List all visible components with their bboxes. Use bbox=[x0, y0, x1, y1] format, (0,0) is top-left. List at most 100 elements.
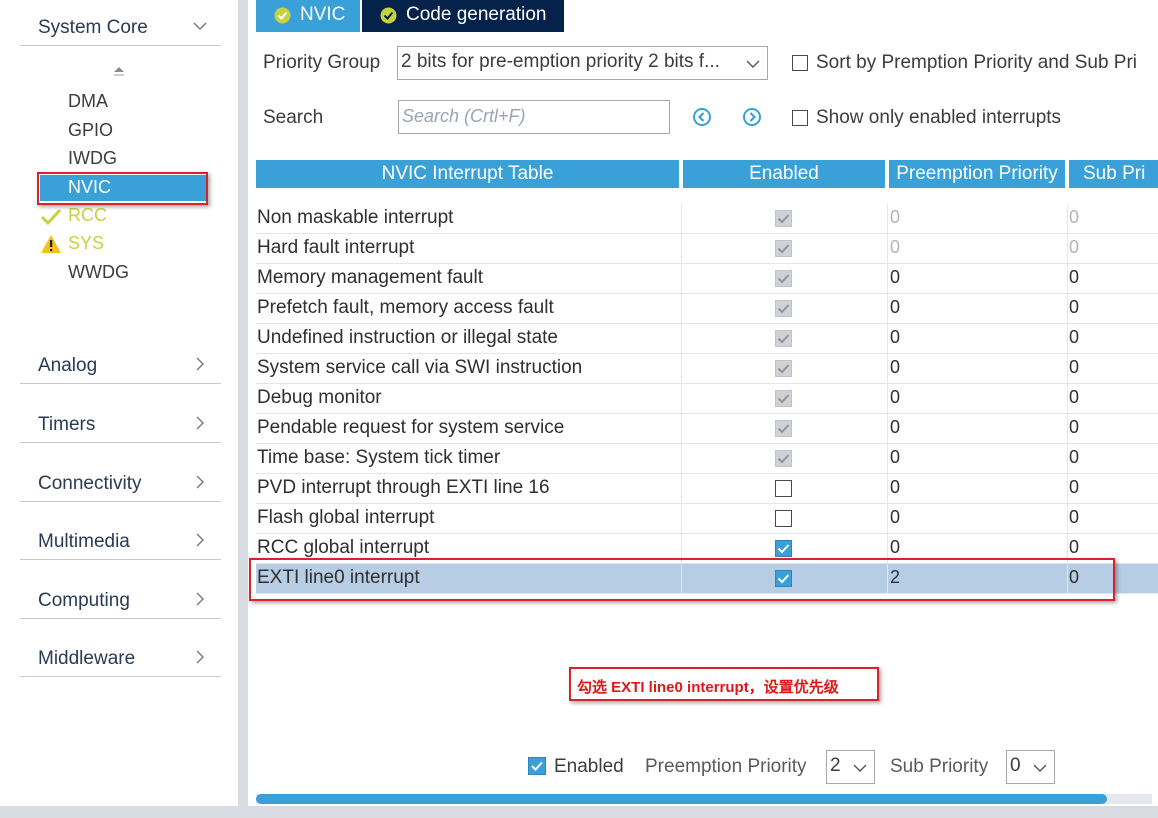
sub-priority-cell[interactable]: 0 bbox=[1069, 297, 1079, 318]
category-computing[interactable]: Computing bbox=[20, 573, 221, 619]
sub-priority-cell[interactable]: 0 bbox=[1069, 357, 1079, 378]
cell-divider bbox=[1067, 294, 1068, 324]
col-header-enabled[interactable]: Enabled bbox=[683, 160, 885, 188]
sub-priority-cell[interactable]: 0 bbox=[1069, 417, 1079, 438]
sub-priority-cell[interactable]: 0 bbox=[1069, 387, 1079, 408]
cell-divider bbox=[681, 504, 682, 534]
preemption-priority-cell[interactable]: 0 bbox=[890, 357, 900, 378]
enabled-checkbox[interactable] bbox=[528, 757, 546, 775]
interrupt-name: Hard fault interrupt bbox=[257, 237, 415, 258]
scrollbar-thumb[interactable] bbox=[256, 794, 1108, 804]
peripheral-wwdg[interactable]: WWDG bbox=[68, 262, 129, 283]
table-row[interactable]: Non maskable interrupt 0 0 bbox=[256, 204, 1158, 234]
enabled-checkbox-checked bbox=[775, 210, 792, 227]
table-row[interactable]: Prefetch fault, memory access fault 0 0 bbox=[256, 294, 1158, 324]
sub-priority-cell[interactable]: 0 bbox=[1069, 207, 1079, 228]
sub-priority-cell[interactable]: 0 bbox=[1069, 327, 1079, 348]
category-middleware[interactable]: Middleware bbox=[20, 631, 221, 677]
horizontal-scrollbar[interactable] bbox=[256, 794, 1152, 804]
category-label: Middleware bbox=[38, 648, 136, 669]
preemption-priority-cell[interactable]: 0 bbox=[890, 297, 900, 318]
cell-divider bbox=[887, 474, 888, 504]
category-multimedia[interactable]: Multimedia bbox=[20, 514, 221, 560]
sort-checkbox[interactable] bbox=[792, 55, 808, 71]
interrupt-name: Time base: System tick timer bbox=[257, 447, 501, 468]
sub-priority-cell[interactable]: 0 bbox=[1069, 477, 1079, 498]
cell-divider bbox=[681, 354, 682, 384]
enabled-checkbox-unchecked[interactable] bbox=[775, 480, 792, 497]
peripheral-sys[interactable]: SYS bbox=[68, 233, 104, 254]
preemption-priority-cell[interactable]: 0 bbox=[890, 537, 900, 558]
chevron-right-icon bbox=[196, 533, 204, 547]
enabled-checkbox-unchecked[interactable] bbox=[775, 510, 792, 527]
bottom-border bbox=[0, 806, 1158, 818]
check-circle-icon bbox=[274, 7, 291, 24]
search-previous-icon[interactable] bbox=[692, 107, 712, 127]
annotation-text: 勾选 EXTI line0 interrupt，设置优先级 bbox=[577, 679, 839, 696]
preemption-priority-label: Preemption Priority bbox=[645, 756, 807, 777]
sub-priority-cell[interactable]: 0 bbox=[1069, 447, 1079, 468]
enabled-label: Enabled bbox=[554, 756, 624, 777]
tab-nvic[interactable]: NVIC bbox=[256, 0, 360, 32]
preemption-priority-cell[interactable]: 0 bbox=[890, 207, 900, 228]
table-row[interactable]: Undefined instruction or illegal state 0 0 bbox=[256, 324, 1158, 354]
cell-divider bbox=[681, 294, 682, 324]
category-analog[interactable]: Analog bbox=[20, 338, 221, 384]
peripheral-dma[interactable]: DMA bbox=[68, 91, 108, 112]
preemption-priority-cell[interactable]: 0 bbox=[890, 267, 900, 288]
peripheral-iwdg[interactable]: IWDG bbox=[68, 148, 117, 169]
category-timers[interactable]: Timers bbox=[20, 397, 221, 443]
sort-label: Sort by Premption Priority and Sub Pri bbox=[816, 52, 1138, 73]
interrupt-name: Undefined instruction or illegal state bbox=[257, 327, 559, 348]
table-row[interactable]: PVD interrupt through EXTI line 16 0 0 bbox=[256, 474, 1158, 504]
preemption-priority-select[interactable]: 2 bbox=[826, 750, 875, 784]
chevron-down-icon bbox=[853, 764, 867, 772]
priority-group-value: 2 bits for pre-emption priority 2 bits f… bbox=[401, 51, 720, 72]
enabled-checkbox-checked[interactable] bbox=[775, 540, 792, 557]
cell-divider bbox=[681, 414, 682, 444]
table-row[interactable]: Flash global interrupt 0 0 bbox=[256, 504, 1158, 534]
col-header-name[interactable]: NVIC Interrupt Table bbox=[256, 160, 679, 188]
table-row[interactable]: System service call via SWI instruction 0… bbox=[256, 354, 1158, 384]
tab-code-generation[interactable]: Code generation bbox=[362, 0, 564, 32]
check-circle-icon bbox=[380, 7, 397, 24]
table-row[interactable]: Hard fault interrupt 0 0 bbox=[256, 234, 1158, 264]
cell-divider bbox=[887, 414, 888, 444]
table-row[interactable]: Debug monitor 0 0 bbox=[256, 384, 1158, 414]
category-connectivity[interactable]: Connectivity bbox=[20, 456, 221, 502]
preemption-priority-cell[interactable]: 0 bbox=[890, 237, 900, 258]
sidebar: System Core DMA GPIO IWDG NVIC RCC SYS W… bbox=[0, 0, 238, 806]
search-input[interactable]: Search (Crtl+F) bbox=[398, 100, 670, 134]
sub-priority-cell[interactable]: 0 bbox=[1069, 507, 1079, 528]
peripheral-rcc[interactable]: RCC bbox=[68, 205, 107, 226]
preemption-priority-cell[interactable]: 0 bbox=[890, 387, 900, 408]
chevron-right-icon bbox=[196, 357, 204, 371]
table-row[interactable]: Pendable request for system service 0 0 bbox=[256, 414, 1158, 444]
table-row[interactable]: Time base: System tick timer 0 0 bbox=[256, 444, 1158, 474]
preemption-priority-cell[interactable]: 0 bbox=[890, 327, 900, 348]
preemption-priority-cell[interactable]: 0 bbox=[890, 447, 900, 468]
search-next-icon[interactable] bbox=[742, 107, 762, 127]
show-enabled-checkbox[interactable] bbox=[792, 110, 808, 126]
enabled-checkbox-checked bbox=[775, 270, 792, 287]
col-header-sub[interactable]: Sub Pri bbox=[1069, 160, 1158, 188]
category-system-core[interactable]: System Core bbox=[20, 0, 221, 46]
sub-priority-cell[interactable]: 0 bbox=[1069, 267, 1079, 288]
preemption-priority-cell[interactable]: 0 bbox=[890, 477, 900, 498]
sub-priority-cell[interactable]: 0 bbox=[1069, 237, 1079, 258]
table-row[interactable]: Memory management fault 0 0 bbox=[256, 264, 1158, 294]
exti-row-highlight-box bbox=[249, 558, 1115, 601]
panel-splitter[interactable] bbox=[238, 0, 248, 806]
interrupt-name: RCC global interrupt bbox=[257, 537, 430, 558]
enabled-checkbox-checked bbox=[775, 450, 792, 467]
sub-priority-select[interactable]: 0 bbox=[1006, 750, 1055, 784]
sub-priority-cell[interactable]: 0 bbox=[1069, 537, 1079, 558]
enabled-checkbox-checked bbox=[775, 360, 792, 377]
col-header-preemption[interactable]: Preemption Priority bbox=[889, 160, 1065, 188]
priority-group-select[interactable]: 2 bits for pre-emption priority 2 bits f… bbox=[397, 46, 768, 80]
peripheral-gpio[interactable]: GPIO bbox=[68, 120, 113, 141]
cell-divider bbox=[681, 474, 682, 504]
preemption-priority-cell[interactable]: 0 bbox=[890, 507, 900, 528]
preemption-priority-cell[interactable]: 0 bbox=[890, 417, 900, 438]
sort-icon[interactable] bbox=[110, 64, 128, 82]
